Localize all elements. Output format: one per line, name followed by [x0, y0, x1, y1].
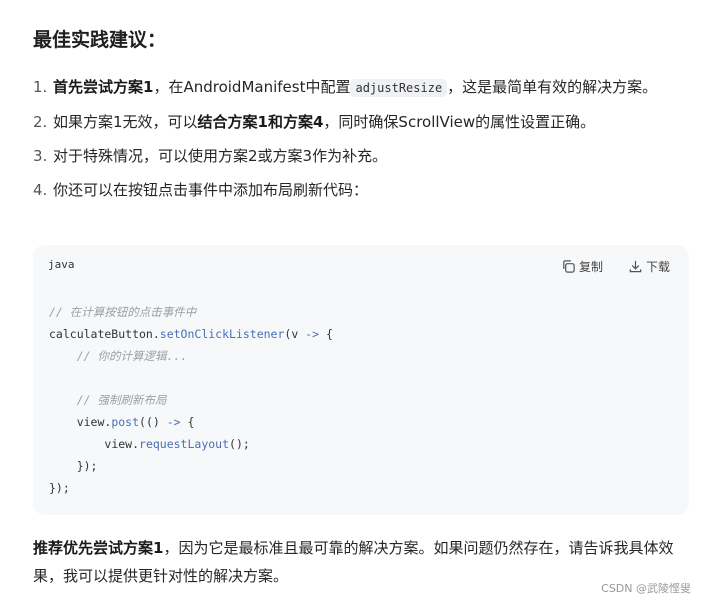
copy-label: 复制 [579, 259, 604, 274]
list-number: 4. [33, 181, 48, 199]
code-token: { [180, 415, 195, 429]
download-label: 下载 [646, 259, 671, 274]
code-header: java 复制 下载 [33, 245, 689, 285]
conclusion-paragraph: 推荐优先尝试方案1，因为它是最标准且最可靠的解决方案。如果问题仍然存在，请告诉我… [33, 534, 693, 590]
code-token: (() [139, 415, 167, 429]
code-comment: // 你的计算逻辑... [76, 349, 188, 363]
list-text: ，同时确保ScrollView的属性设置正确。 [323, 113, 596, 131]
watermark: CSDN @武陵悭叟 [601, 582, 691, 595]
list-item: 2. 如果方案1无效，可以结合方案1和方案4，同时确保ScrollView的属性… [33, 109, 673, 135]
code-token: view. [104, 437, 140, 451]
list-text: 对于特殊情况，可以使用方案2或方案3作为补充。 [53, 147, 388, 165]
copy-icon [563, 259, 575, 273]
list-number: 1. [33, 78, 48, 96]
code-content: // 在计算按钮的点击事件中 calculateButton.setOnClic… [49, 301, 333, 499]
list-number: 2. [33, 113, 48, 131]
list-item: 4. 你还可以在按钮点击事件中添加布局刷新代码： [33, 177, 673, 203]
code-operator: -> [166, 415, 181, 429]
code-token: }); [76, 459, 98, 473]
list-text: ，这是最简单有效的解决方案。 [447, 78, 658, 96]
code-comment: // 在计算按钮的点击事件中 [49, 305, 197, 319]
code-token: calculateButton. [49, 327, 160, 341]
list-bold-text: 结合方案1和方案4 [197, 113, 324, 131]
list-text: ，在AndroidManifest中配置 [153, 78, 351, 96]
list-bold-text: 首先尝试方案1 [53, 78, 154, 96]
list-item: 1. 首先尝试方案1，在AndroidManifest中配置 adjustResi… [33, 74, 673, 101]
code-operator: -> [305, 327, 320, 341]
copy-button[interactable]: 复制 [561, 256, 603, 276]
list-number: 3. [33, 147, 48, 165]
recommendation-list: 1. 首先尝试方案1，在AndroidManifest中配置 adjustResi… [33, 74, 673, 211]
code-token: view. [76, 415, 112, 429]
code-method: post [111, 415, 140, 429]
code-method: requestLayout [139, 437, 230, 451]
inline-code: adjustResize [350, 79, 448, 97]
section-heading: 最佳实践建议： [33, 29, 167, 51]
code-token: (v [284, 327, 306, 341]
list-text: 如果方案1无效，可以 [53, 113, 198, 131]
code-language-label: java [48, 258, 75, 271]
download-icon [629, 260, 642, 272]
code-token: (); [229, 437, 250, 451]
code-method: setOnClickListener [159, 327, 285, 341]
code-block: java 复制 下载 // 在计算按钮的点击事件中 calculateButto… [33, 245, 689, 515]
list-item: 3. 对于特殊情况，可以使用方案2或方案3作为补充。 [33, 143, 673, 169]
download-button[interactable]: 下载 [628, 256, 670, 276]
code-token: }); [49, 481, 70, 495]
list-text: 你还可以在按钮点击事件中添加布局刷新代码： [53, 181, 369, 199]
code-comment: // 强制刷新布局 [76, 393, 167, 407]
code-token: { [319, 327, 333, 341]
conclusion-bold: 推荐优先尝试方案1 [33, 539, 164, 557]
